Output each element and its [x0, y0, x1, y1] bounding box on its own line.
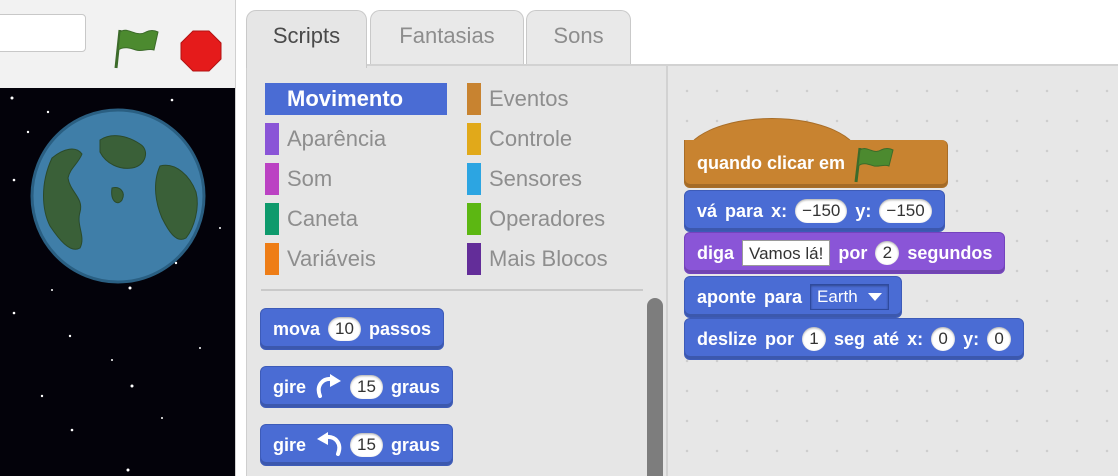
- category-color-swatch: [467, 203, 481, 235]
- steps-input[interactable]: 10: [328, 317, 361, 341]
- move-steps-block[interactable]: mova 10 passos: [260, 308, 444, 350]
- block-word: aponte: [697, 286, 757, 307]
- target-dropdown[interactable]: Earth: [810, 284, 889, 310]
- tab-scripts[interactable]: Scripts: [246, 10, 367, 68]
- x-input[interactable]: −150: [795, 199, 848, 223]
- category-label: Sensores: [489, 166, 582, 191]
- block-word: diga: [697, 242, 735, 263]
- category-label: Mais Blocos: [489, 246, 608, 271]
- category-label: Variáveis: [287, 246, 376, 271]
- block-word: segundos: [907, 242, 993, 263]
- point-towards-block[interactable]: aponte para Earth: [684, 276, 902, 318]
- stage-divider: [236, 0, 246, 476]
- rotate-clockwise-icon: [316, 374, 342, 398]
- category-operators[interactable]: Operadores: [467, 203, 605, 235]
- block-word: quando clicar em: [697, 153, 846, 173]
- secs-input[interactable]: 2: [875, 241, 900, 265]
- palette-separator: [261, 289, 643, 291]
- degrees-input[interactable]: 15: [350, 433, 383, 457]
- block-palette: Movimento Aparência Som Caneta Variáveis…: [246, 66, 666, 476]
- stage-header: [0, 0, 236, 88]
- category-label: Aparência: [287, 126, 387, 151]
- block-word: mova: [273, 318, 321, 339]
- stage[interactable]: [0, 88, 236, 476]
- category-motion[interactable]: Movimento: [265, 83, 447, 115]
- stage-backdrop: [10, 96, 221, 472]
- category-color-swatch: [265, 243, 279, 275]
- tab-sounds[interactable]: Sons: [526, 10, 631, 66]
- block-word: x:: [771, 200, 788, 221]
- block-word: para: [725, 200, 764, 221]
- category-label: Caneta: [287, 206, 358, 231]
- secs-input[interactable]: 1: [802, 327, 827, 351]
- category-looks[interactable]: Aparência: [265, 123, 386, 155]
- dropdown-arrow-icon: [867, 293, 882, 301]
- green-flag-icon[interactable]: [112, 26, 162, 70]
- block-word: seg: [834, 328, 866, 349]
- rotate-counterclockwise-icon: [317, 432, 342, 456]
- block-word: gire: [273, 376, 307, 397]
- category-label: Som: [287, 166, 333, 191]
- category-label: Movimento: [287, 86, 404, 111]
- block-word: vá: [697, 200, 718, 221]
- glide-to-xy-block[interactable]: deslize por 1 seg até x: 0 y: 0: [684, 318, 1025, 360]
- target-value: Earth: [817, 287, 858, 306]
- block-word: gire: [273, 434, 307, 455]
- category-sound[interactable]: Som: [265, 163, 332, 195]
- say-for-secs-block[interactable]: diga Vamos lá! por 2 segundos: [684, 232, 1006, 274]
- category-pen[interactable]: Caneta: [265, 203, 358, 235]
- block-word: y:: [855, 200, 872, 221]
- category-color-swatch: [467, 243, 481, 275]
- tab-costumes[interactable]: Fantasias: [370, 10, 524, 66]
- palette-scrollbar[interactable]: [647, 298, 663, 476]
- y-input[interactable]: −150: [879, 199, 932, 223]
- category-label: Controle: [489, 126, 573, 151]
- block-word: por: [838, 242, 868, 263]
- category-color-swatch: [265, 163, 279, 195]
- category-color-swatch: [265, 123, 279, 155]
- turn-left-block[interactable]: gire 15 graus: [260, 424, 453, 466]
- block-word: graus: [390, 434, 440, 455]
- block-word: deslize: [697, 328, 758, 349]
- category-color-swatch: [467, 163, 481, 195]
- project-title-input[interactable]: [0, 14, 86, 52]
- category-label: Operadores: [489, 206, 606, 231]
- category-color-swatch: [467, 83, 481, 115]
- y-input[interactable]: 0: [987, 327, 1012, 351]
- category-color-swatch: [265, 203, 279, 235]
- block-word: passos: [368, 318, 431, 339]
- turn-right-block[interactable]: gire 15 graus: [260, 366, 453, 408]
- category-color-swatch: [467, 123, 481, 155]
- earth-sprite: [30, 108, 206, 284]
- block-word: por: [765, 328, 795, 349]
- say-text-input[interactable]: Vamos lá!: [742, 240, 831, 266]
- category-label: Eventos: [489, 86, 569, 111]
- block-word: x:: [907, 328, 924, 349]
- go-to-xy-block[interactable]: vá para x: −150 y: −150: [684, 190, 945, 232]
- block-word: para: [764, 286, 803, 307]
- x-input[interactable]: 0: [931, 327, 956, 351]
- category-color-swatch: [265, 83, 279, 115]
- stop-icon[interactable]: [180, 30, 222, 72]
- block-word: graus: [390, 376, 440, 397]
- green-flag-icon: [854, 147, 894, 182]
- category-sensing[interactable]: Sensores: [467, 163, 582, 195]
- when-flag-clicked-block[interactable]: quando clicar em: [684, 140, 948, 188]
- category-control[interactable]: Controle: [467, 123, 572, 155]
- category-variables[interactable]: Variáveis: [265, 243, 376, 275]
- category-more-blocks[interactable]: Mais Blocos: [467, 243, 608, 275]
- block-word: y:: [963, 328, 980, 349]
- block-word: até: [873, 328, 900, 349]
- category-events[interactable]: Eventos: [467, 83, 569, 115]
- degrees-input[interactable]: 15: [350, 375, 383, 399]
